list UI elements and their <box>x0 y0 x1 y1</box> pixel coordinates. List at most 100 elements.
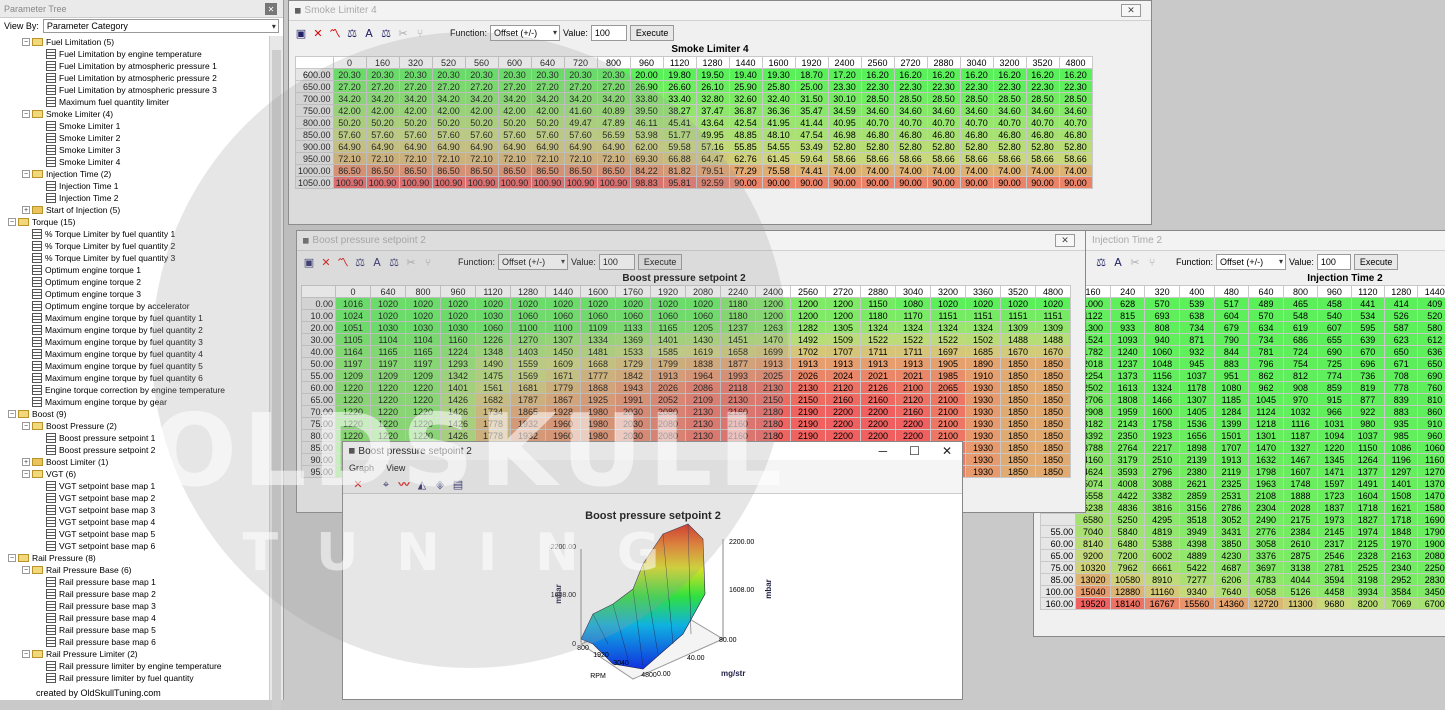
table-cell[interactable]: 2859 <box>1179 490 1214 502</box>
table-cell[interactable]: 1580 <box>1418 502 1445 514</box>
table-cell[interactable]: 51.77 <box>663 129 696 141</box>
table-cell[interactable]: 1778 <box>476 418 511 430</box>
function-select[interactable]: Offset (+/-)▾ <box>498 254 568 270</box>
table-cell[interactable]: 1220 <box>336 394 371 406</box>
row-header[interactable]: 65.00 <box>302 394 336 406</box>
table-cell[interactable]: 1220 <box>406 430 441 442</box>
column-header[interactable]: 960 <box>441 286 476 298</box>
table-cell[interactable]: 3198 <box>1351 574 1384 586</box>
table-cell[interactable]: 90.00 <box>762 177 795 189</box>
table-cell[interactable]: 1164 <box>336 346 371 358</box>
column-header[interactable]: 2560 <box>791 286 826 298</box>
table-cell[interactable]: 41.60 <box>564 105 597 117</box>
table-cell[interactable]: 587 <box>1385 322 1418 334</box>
table-cell[interactable]: 1020 <box>441 298 476 310</box>
table-cell[interactable]: 1401 <box>651 334 686 346</box>
table-cell[interactable]: 2143 <box>1110 418 1145 430</box>
table-cell[interactable]: 1200 <box>826 298 861 310</box>
table-cell[interactable]: 1890 <box>966 358 1001 370</box>
table-cell[interactable]: 1702 <box>791 346 826 358</box>
table-cell[interactable]: 1913 <box>651 370 686 382</box>
table-cell[interactable]: 2200 <box>896 430 931 442</box>
table-cell[interactable]: 2340 <box>1385 562 1418 574</box>
table-cell[interactable]: 1850 <box>1036 466 1071 478</box>
table-cell[interactable]: 935 <box>1385 418 1418 430</box>
table-cell[interactable]: 36.36 <box>762 105 795 117</box>
crosshair-icon[interactable]: ⌖ <box>379 478 393 492</box>
close-icon[interactable]: ✕ <box>942 444 952 458</box>
table-cell[interactable]: 27.20 <box>399 81 432 93</box>
table-cell[interactable]: 1020 <box>371 310 406 322</box>
font-icon[interactable]: A <box>362 26 376 40</box>
table-cell[interactable]: 16.20 <box>1059 69 1092 81</box>
table-cell[interactable]: 86.50 <box>465 165 498 177</box>
column-header[interactable]: 320 <box>1145 286 1180 298</box>
table-cell[interactable]: 1220 <box>336 430 371 442</box>
value-input[interactable]: 100 <box>599 254 635 270</box>
table-cell[interactable]: 86.50 <box>531 165 564 177</box>
table-cell[interactable]: 1930 <box>966 406 1001 418</box>
table-cell[interactable]: 1403 <box>511 346 546 358</box>
table-cell[interactable]: 100.90 <box>333 177 366 189</box>
table-cell[interactable]: 734 <box>1249 334 1284 346</box>
table-cell[interactable]: 1324 <box>861 322 896 334</box>
tree-item[interactable]: % Torque Limiter by fuel quantity 1 <box>0 228 268 240</box>
table-cell[interactable]: 1309 <box>1001 322 1036 334</box>
tree-folder[interactable]: −Boost (9) <box>0 408 268 420</box>
table-cell[interactable]: 34.20 <box>399 93 432 105</box>
delete-icon[interactable]: ✕ <box>319 255 333 269</box>
table-cell[interactable]: 50.20 <box>465 117 498 129</box>
tree-item[interactable]: Optimum engine torque 3 <box>0 288 268 300</box>
table-cell[interactable]: 74.00 <box>960 165 993 177</box>
table-cell[interactable]: 3376 <box>1249 550 1284 562</box>
table-cell[interactable]: 50.20 <box>366 117 399 129</box>
table-cell[interactable]: 16.20 <box>927 69 960 81</box>
table-cell[interactable]: 57.60 <box>432 129 465 141</box>
table-cell[interactable]: 1850 <box>1001 454 1036 466</box>
table-cell[interactable]: 908 <box>1283 382 1317 394</box>
column-header[interactable]: 720 <box>564 57 597 69</box>
collapse-icon[interactable]: − <box>8 554 16 562</box>
cut-icon[interactable]: ✂ <box>404 255 418 269</box>
table-cell[interactable]: 1200 <box>756 298 791 310</box>
table-cell[interactable]: 4836 <box>1110 502 1145 514</box>
row-header[interactable] <box>1041 514 1076 526</box>
tree-item[interactable]: Smoke Limiter 2 <box>0 132 268 144</box>
scale-icon[interactable]: ⚖ <box>353 255 367 269</box>
table-cell[interactable]: 1224 <box>441 346 476 358</box>
table-cell[interactable]: 33.40 <box>663 93 696 105</box>
table-cell[interactable]: 2163 <box>1385 550 1418 562</box>
table-cell[interactable]: 1170 <box>896 310 931 322</box>
column-header[interactable]: 600 <box>498 57 531 69</box>
row-header[interactable]: 160.00 <box>1041 598 1076 610</box>
table-cell[interactable]: 42.00 <box>366 105 399 117</box>
table-cell[interactable]: 28.50 <box>927 93 960 105</box>
table-cell[interactable]: 5422 <box>1179 562 1214 574</box>
table-cell[interactable]: 2030 <box>616 406 651 418</box>
table-cell[interactable]: 1923 <box>1145 430 1180 442</box>
table-cell[interactable]: 1399 <box>1214 418 1249 430</box>
table-cell[interactable]: 16767 <box>1145 598 1180 610</box>
table-cell[interactable]: 42.00 <box>399 105 432 117</box>
table-cell[interactable]: 2180 <box>756 430 791 442</box>
table-cell[interactable]: 639 <box>1351 334 1384 346</box>
table-cell[interactable]: 2160 <box>896 406 931 418</box>
table-cell[interactable]: 2028 <box>1283 502 1317 514</box>
table-cell[interactable]: 945 <box>1179 358 1214 370</box>
table-cell[interactable]: 1619 <box>686 346 721 358</box>
font-icon[interactable]: A <box>1111 255 1125 269</box>
table-cell[interactable]: 414 <box>1385 298 1418 310</box>
table-cell[interactable]: 1160 <box>1418 454 1445 466</box>
row-header[interactable]: 10.00 <box>302 310 336 322</box>
table-cell[interactable]: 1282 <box>791 322 826 334</box>
table-cell[interactable]: 1180 <box>721 310 756 322</box>
table-cell[interactable]: 808 <box>1145 322 1180 334</box>
table-cell[interactable]: 34.59 <box>828 105 861 117</box>
table-cell[interactable]: 1165 <box>651 322 686 334</box>
table-cell[interactable]: 966 <box>1318 406 1351 418</box>
table-cell[interactable]: 4422 <box>1110 490 1145 502</box>
column-header[interactable]: 3520 <box>1001 286 1036 298</box>
table-cell[interactable]: 18140 <box>1110 598 1145 610</box>
table-cell[interactable]: 8140 <box>1076 538 1111 550</box>
table-cell[interactable]: 28.50 <box>1059 93 1092 105</box>
